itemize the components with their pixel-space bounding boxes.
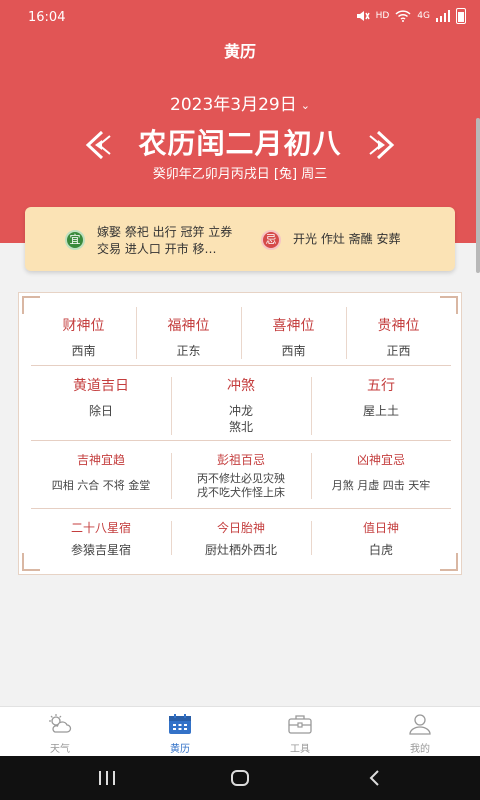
next-day-arrow-icon[interactable]: [364, 128, 398, 162]
cell-lucky-gods: 吉神宜趋 四相 六合 不将 金堂: [31, 451, 171, 494]
cell-title: 吉神宜趋: [76, 453, 125, 467]
signal-type: 4G: [417, 11, 430, 21]
cell-value: 西南: [71, 344, 96, 358]
cell-joy-god: 喜神位 西南: [241, 315, 346, 359]
tab-profile[interactable]: 我的: [390, 713, 450, 755]
yi-badge: 宜: [65, 230, 85, 250]
cell-title: 冲煞: [227, 378, 255, 394]
ji-badge: 忌: [261, 230, 281, 250]
battery-icon: [456, 8, 466, 24]
cell-fetal-god: 今日胎神 厨灶栖外西北: [171, 519, 311, 558]
cell-value: 正西: [386, 344, 411, 358]
system-nav-bar: [0, 756, 480, 800]
tab-almanac[interactable]: 黄历: [150, 713, 210, 755]
back-icon[interactable]: [365, 769, 385, 787]
network-label: HD: [375, 11, 390, 21]
cell-value: 冲龙: [228, 404, 253, 418]
cell-lunar-mansion: 二十八星宿 参猿吉星宿: [31, 519, 171, 558]
corner-ornament: [440, 296, 458, 314]
cell-noble-god: 贵神位 正西: [346, 315, 451, 359]
cell-chongsha: 冲煞 冲龙 煞北: [171, 375, 311, 435]
cell-fortune-god: 福神位 正东: [136, 315, 241, 359]
date-selector[interactable]: 2023年3月29日 ⌄: [0, 90, 480, 115]
scrollbar[interactable]: [476, 118, 480, 273]
ganzhi-text: 癸卯年乙卯月丙戌日 [兔] 周三: [152, 167, 328, 182]
cell-title: 五行: [367, 378, 395, 394]
status-icons: HD 4G: [356, 8, 466, 24]
corner-ornament: [22, 296, 40, 314]
cell-title: 贵神位: [377, 318, 420, 334]
cell-duty-god: 值日神 白虎: [311, 519, 451, 558]
cell-title: 福神位: [167, 318, 210, 334]
ji-text: 开光 作灶 斋醮 安葬: [293, 232, 401, 246]
tab-label: 黄历: [170, 744, 190, 755]
cell-title: 彭祖百忌: [216, 453, 265, 467]
cell-title: 财神位: [62, 318, 105, 334]
almanac-panel: 财神位 西南 福神位 正东 喜神位 西南 贵神位 正西 黄道吉日 除日 冲煞 冲…: [18, 292, 462, 575]
tab-label: 工具: [290, 744, 310, 755]
status-time: 16:04: [28, 10, 66, 25]
tab-label: 天气: [50, 744, 70, 755]
cell-wealth-god: 财神位 西南: [31, 315, 136, 359]
cell-value: 厨灶栖外西北: [204, 543, 277, 557]
user-icon: [409, 714, 431, 735]
cell-title: 喜神位: [272, 318, 315, 334]
cell-title: 二十八星宿: [70, 521, 131, 535]
cell-value: 西南: [281, 344, 306, 358]
cell-value: 丙不修灶必见灾殃: [197, 472, 285, 485]
tab-tools[interactable]: 工具: [270, 713, 330, 755]
cell-title: 黄道吉日: [73, 378, 129, 394]
weather-icon: [49, 714, 72, 733]
bottom-nav: 天气 黄历 工具 我的: [0, 706, 480, 756]
status-bar: 16:04 HD 4G: [0, 0, 480, 34]
cell-title: 值日神: [362, 521, 399, 535]
cell-value: 白虎: [368, 543, 393, 557]
cell-value: 参猿吉星宿: [70, 543, 131, 557]
tab-label: 我的: [410, 744, 430, 755]
cell-wuxing: 五行 屋上土: [311, 375, 451, 419]
cell-value: 正东: [176, 344, 201, 358]
cell-value-2: 戌不吃犬作怪上床: [197, 486, 285, 499]
divider: [31, 365, 451, 366]
cell-value: 除日: [88, 404, 113, 418]
cell-value: 屋上土: [362, 404, 399, 418]
divider: [31, 440, 451, 441]
cell-title: 凶神宜忌: [356, 453, 405, 467]
cell-auspicious-day: 黄道吉日 除日: [31, 375, 171, 419]
recent-apps-icon[interactable]: [97, 769, 117, 787]
date-label: 2023年3月29日: [170, 95, 297, 115]
calendar-icon: [169, 714, 191, 734]
yi-text: 嫁娶 祭祀 出行 冠笄 立券 交易 进人口 开市 移…: [97, 225, 233, 256]
cell-value: 月煞 月虚 四击 天牢: [331, 479, 431, 492]
mute-icon: [356, 11, 370, 21]
divider: [31, 508, 451, 509]
cell-value: 四相 六合 不将 金堂: [51, 479, 151, 492]
wifi-icon: [395, 10, 411, 22]
cell-evil-gods: 凶神宜忌 月煞 月虚 四击 天牢: [311, 451, 451, 494]
tab-weather[interactable]: 天气: [30, 713, 90, 755]
page-title: 黄历: [223, 42, 256, 61]
signal-icon: [436, 10, 450, 22]
lunar-date: 农历闰二月初八: [138, 127, 342, 160]
cell-pengzu: 彭祖百忌 丙不修灶必见灾殃 戌不吃犬作怪上床: [171, 451, 311, 500]
toolbox-icon: [288, 715, 312, 734]
cell-title: 今日胎神: [216, 521, 265, 535]
chevron-down-icon: ⌄: [300, 98, 310, 112]
cell-value-2: 煞北: [228, 420, 253, 434]
yiji-card[interactable]: 宜 嫁娶 祭祀 出行 冠笄 立券 交易 进人口 开市 移… 忌 开光 作灶 斋醮…: [25, 207, 455, 271]
home-icon[interactable]: [230, 769, 250, 787]
